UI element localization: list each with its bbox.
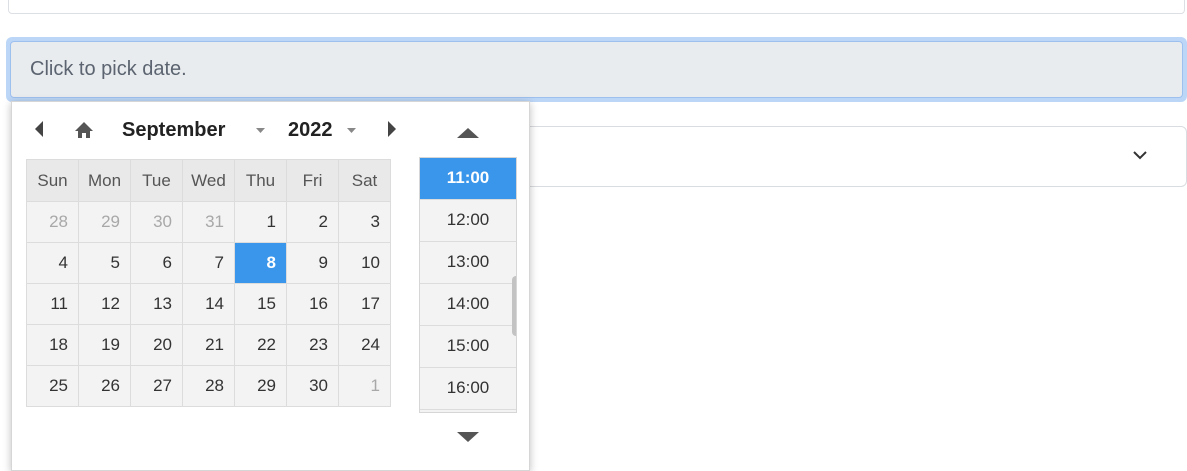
weekday-header-row: Sun Mon Tue Wed Thu Fri Sat [26,159,391,202]
calendar-day[interactable]: 14 [182,283,235,325]
home-icon[interactable] [74,121,94,139]
calendar-day[interactable]: 31 [182,201,235,243]
calendar-day[interactable]: 10 [338,242,391,284]
time-option[interactable]: 15:00 [420,326,516,368]
calendar-day[interactable]: 30 [286,365,339,407]
calendar-day[interactable]: 24 [338,324,391,366]
select-dropdown[interactable] [490,126,1187,187]
calendar-day[interactable]: 11 [26,283,79,325]
calendar-day[interactable]: 9 [286,242,339,284]
previous-input-field[interactable] [8,0,1185,14]
triangle-left-icon[interactable] [33,120,45,138]
year-label[interactable]: 2022 [288,119,333,142]
triangle-right-icon[interactable] [386,120,398,138]
calendar-day[interactable]: 25 [26,365,79,407]
calendar-day[interactable]: 18 [26,324,79,366]
time-option-selected[interactable]: 11:00 [420,158,516,200]
calendar-day[interactable]: 30 [130,201,183,243]
weekday-label: Tue [130,159,183,202]
year-caret-icon[interactable] [347,128,356,134]
calendar-day[interactable]: 6 [130,242,183,284]
weekday-label: Sat [338,159,391,202]
calendar-week-row: 4 5 6 7 8 9 10 [26,242,391,284]
calendar-week-row: 11 12 13 14 15 16 17 [26,283,391,325]
datetime-picker-popup: September 2022 Sun Mon Tue Wed Thu Fri S… [11,101,530,471]
calendar-week-row: 28 29 30 31 1 2 3 [26,201,391,243]
time-option[interactable]: 14:00 [420,284,516,326]
weekday-label: Mon [78,159,131,202]
calendar-day[interactable]: 5 [78,242,131,284]
time-option[interactable]: 12:00 [420,200,516,242]
calendar-day[interactable]: 22 [234,324,287,366]
calendar-day[interactable]: 16 [286,283,339,325]
calendar-day[interactable]: 28 [26,201,79,243]
weekday-label: Sun [26,159,79,202]
month-label[interactable]: September [122,119,225,142]
calendar-grid: Sun Mon Tue Wed Thu Fri Sat 28 29 30 31 1 2 3 4… [26,159,391,407]
calendar-day[interactable]: 7 [182,242,235,284]
calendar-day[interactable]: 23 [286,324,339,366]
weekday-label: Thu [234,159,287,202]
date-input-focus-ring: Click to pick date. [6,37,1187,102]
calendar-day[interactable]: 12 [78,283,131,325]
weekday-label: Wed [182,159,235,202]
triangle-up-icon[interactable] [457,127,479,139]
calendar-day[interactable]: 19 [78,324,131,366]
chevron-down-icon [1133,151,1147,160]
time-option[interactable]: 16:00 [420,368,516,410]
calendar-day[interactable]: 29 [78,201,131,243]
calendar-day[interactable]: 20 [130,324,183,366]
time-option[interactable]: 13:00 [420,242,516,284]
calendar-day[interactable]: 29 [234,365,287,407]
calendar-day[interactable]: 4 [26,242,79,284]
month-caret-icon[interactable] [256,128,265,134]
calendar-day[interactable]: 21 [182,324,235,366]
picker-navigation: September 2022 [12,102,412,158]
weekday-label: Fri [286,159,339,202]
calendar-day[interactable]: 26 [78,365,131,407]
triangle-down-icon[interactable] [457,431,479,443]
calendar-day[interactable]: 2 [286,201,339,243]
time-scrollbar[interactable] [512,276,516,336]
calendar-week-row: 18 19 20 21 22 23 24 [26,324,391,366]
calendar-day[interactable]: 13 [130,283,183,325]
calendar-week-row: 25 26 27 28 29 30 1 [26,365,391,407]
date-input[interactable]: Click to pick date. [10,41,1183,98]
calendar-day[interactable]: 17 [338,283,391,325]
time-list[interactable]: 11:00 12:00 13:00 14:00 15:00 16:00 [419,157,517,413]
calendar-day[interactable]: 1 [338,365,391,407]
calendar-day[interactable]: 27 [130,365,183,407]
calendar-day[interactable]: 15 [234,283,287,325]
calendar-day[interactable]: 28 [182,365,235,407]
calendar-day[interactable]: 1 [234,201,287,243]
calendar-day[interactable]: 3 [338,201,391,243]
calendar-day-selected[interactable]: 8 [234,242,287,284]
